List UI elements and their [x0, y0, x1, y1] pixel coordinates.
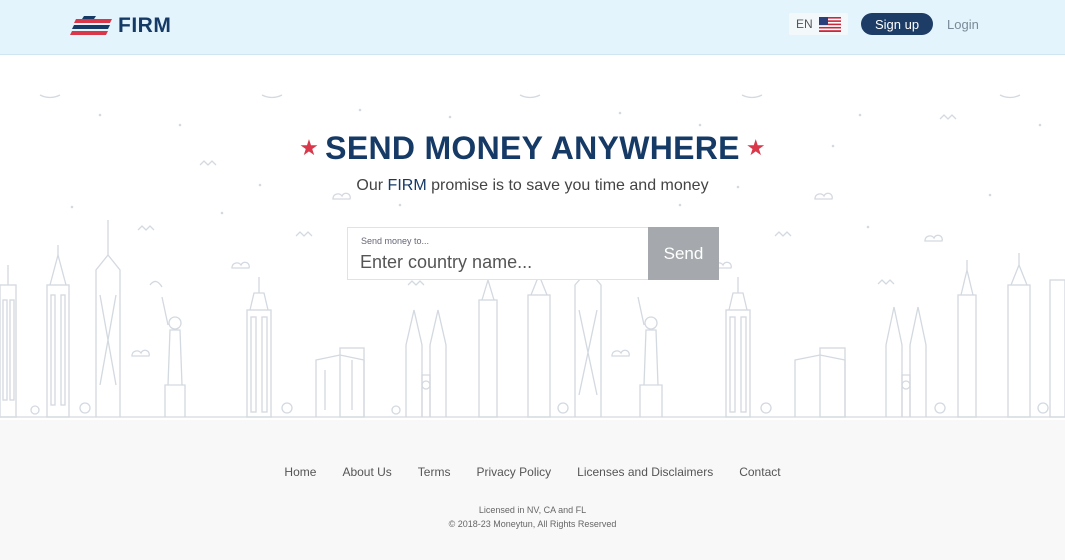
hero-subtitle: Our FIRM promise is to save you time and… [0, 177, 1065, 195]
site-header: FIRM EN Sign up Login [0, 0, 1065, 55]
site-footer: Home About Us Terms Privacy Policy Licen… [0, 420, 1065, 560]
hero-title-text: SEND MONEY ANYWHERE [325, 130, 740, 166]
subtitle-prefix: Our [356, 177, 388, 194]
hero-title: ★ SEND MONEY ANYWHERE ★ [0, 130, 1065, 167]
star-icon: ★ [745, 135, 766, 160]
footer-link-about-us[interactable]: About Us [342, 465, 391, 479]
star-icon: ★ [299, 135, 320, 160]
login-link[interactable]: Login [947, 17, 979, 32]
subtitle-brand: FIRM [387, 177, 427, 194]
hero-section: ★ SEND MONEY ANYWHERE ★ Our FIRM promise i… [0, 55, 1065, 420]
brand-name: FIRM [118, 14, 172, 37]
footer-link-terms[interactable]: Terms [418, 465, 451, 479]
flag-stripes-logo-icon [70, 16, 112, 35]
footer-nav: Home About Us Terms Privacy Policy Licen… [0, 465, 1065, 479]
footer-link-home[interactable]: Home [284, 465, 316, 479]
search-label: Send money to... [361, 236, 430, 246]
license-text: Licensed in NV, CA and FL [478, 505, 587, 515]
footer-link-contact[interactable]: Contact [739, 465, 780, 479]
footer-link-licenses[interactable]: Licenses and Disclaimers [577, 465, 713, 479]
signup-button[interactable]: Sign up [861, 13, 933, 35]
brand-logo[interactable]: FIRM [70, 14, 171, 38]
us-flag-icon [818, 16, 841, 32]
language-code: EN [796, 17, 813, 31]
footer-link-privacy-policy[interactable]: Privacy Policy [476, 465, 551, 479]
country-input[interactable] [360, 249, 640, 275]
language-selector[interactable]: EN [789, 13, 848, 35]
subtitle-suffix: promise is to save you time and money [426, 177, 709, 194]
country-search-box[interactable]: Send money to... [347, 227, 648, 280]
copyright-text: © 2018-23 Moneytun, All Rights Reserved [448, 519, 617, 529]
send-button[interactable]: Send [648, 227, 719, 280]
